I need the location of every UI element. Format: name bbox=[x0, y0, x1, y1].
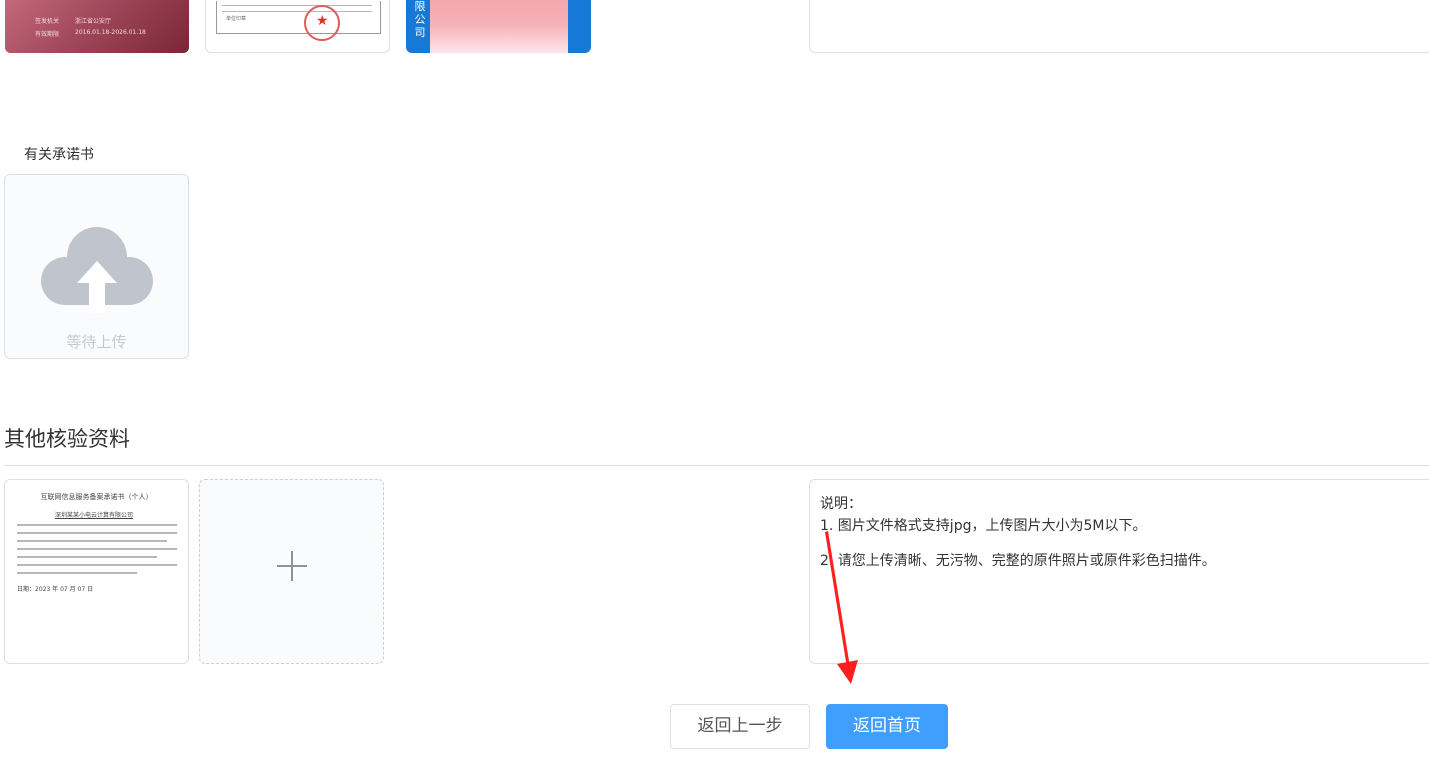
commitment-upload-card[interactable]: 等待上传 bbox=[4, 174, 189, 359]
photo-sidebar-text: 限公司 bbox=[414, 0, 426, 39]
doc-date: 日期：2023 年 07 月 07 日 bbox=[17, 586, 94, 593]
doc-text-line bbox=[17, 532, 177, 534]
license-seal-label: 单位印章 bbox=[226, 16, 247, 22]
instruction-item: 2. 请您上传清晰、无污物、完整的原件照片或原件彩色扫描件。 bbox=[820, 553, 1216, 569]
doc-title: 互联网信息服务备案承诺书（个人） bbox=[40, 493, 153, 501]
cloud-upload-icon bbox=[41, 227, 153, 313]
top-notes-box bbox=[809, 0, 1429, 53]
plus-icon bbox=[277, 551, 307, 581]
section-divider bbox=[4, 465, 1429, 466]
red-seal-icon: ★ bbox=[304, 5, 340, 41]
doc-text-line bbox=[17, 556, 157, 558]
doc-company: 深圳某某小电云计算有限公司 bbox=[55, 512, 134, 519]
back-button[interactable]: 返回上一步 bbox=[670, 704, 810, 749]
commitment-label: 有关承诺书 bbox=[24, 147, 94, 163]
doc-text-line bbox=[17, 564, 177, 566]
id-card-validity-value: 2016.01.18-2026.01.18 bbox=[75, 29, 146, 36]
license-line bbox=[222, 5, 372, 6]
instructions-box: 说明： 1. 图片文件格式支持jpg，上传图片大小为5M以下。 2. 请您上传清… bbox=[809, 479, 1429, 664]
add-file-card[interactable] bbox=[199, 479, 384, 664]
id-card-authority-value: 浙江省公安厅 bbox=[75, 18, 112, 25]
upload-status: 等待上传 bbox=[66, 333, 127, 351]
id-card-validity-label: 有效期限 bbox=[35, 31, 60, 38]
photo-thumbnail[interactable]: 限公司 bbox=[406, 0, 591, 53]
commitment-document-thumbnail[interactable]: 互联网信息服务备案承诺书（个人） 深圳某某小电云计算有限公司 日期：2023 年… bbox=[4, 479, 189, 664]
id-card-authority-label: 签发机关 bbox=[35, 18, 60, 25]
doc-text-line bbox=[17, 548, 177, 550]
instruction-item: 1. 图片文件格式支持jpg，上传图片大小为5M以下。 bbox=[820, 518, 1147, 534]
license-thumbnail[interactable]: 单位印章 ★ bbox=[205, 0, 390, 53]
photo-image bbox=[430, 0, 568, 53]
id-card-thumbnail[interactable]: 签发机关 浙江省公安厅 有效期限 2016.01.18-2026.01.18 bbox=[5, 0, 189, 53]
home-button[interactable]: 返回首页 bbox=[826, 704, 948, 749]
doc-text-line bbox=[17, 572, 137, 574]
annotation-arrow-icon bbox=[825, 531, 858, 684]
doc-text-line bbox=[17, 524, 177, 526]
instructions-heading: 说明： bbox=[820, 496, 862, 512]
license-line bbox=[222, 11, 372, 12]
section-title: 其他核验资料 bbox=[4, 427, 130, 451]
doc-text-line bbox=[17, 540, 167, 542]
id-card-image bbox=[5, 0, 189, 53]
